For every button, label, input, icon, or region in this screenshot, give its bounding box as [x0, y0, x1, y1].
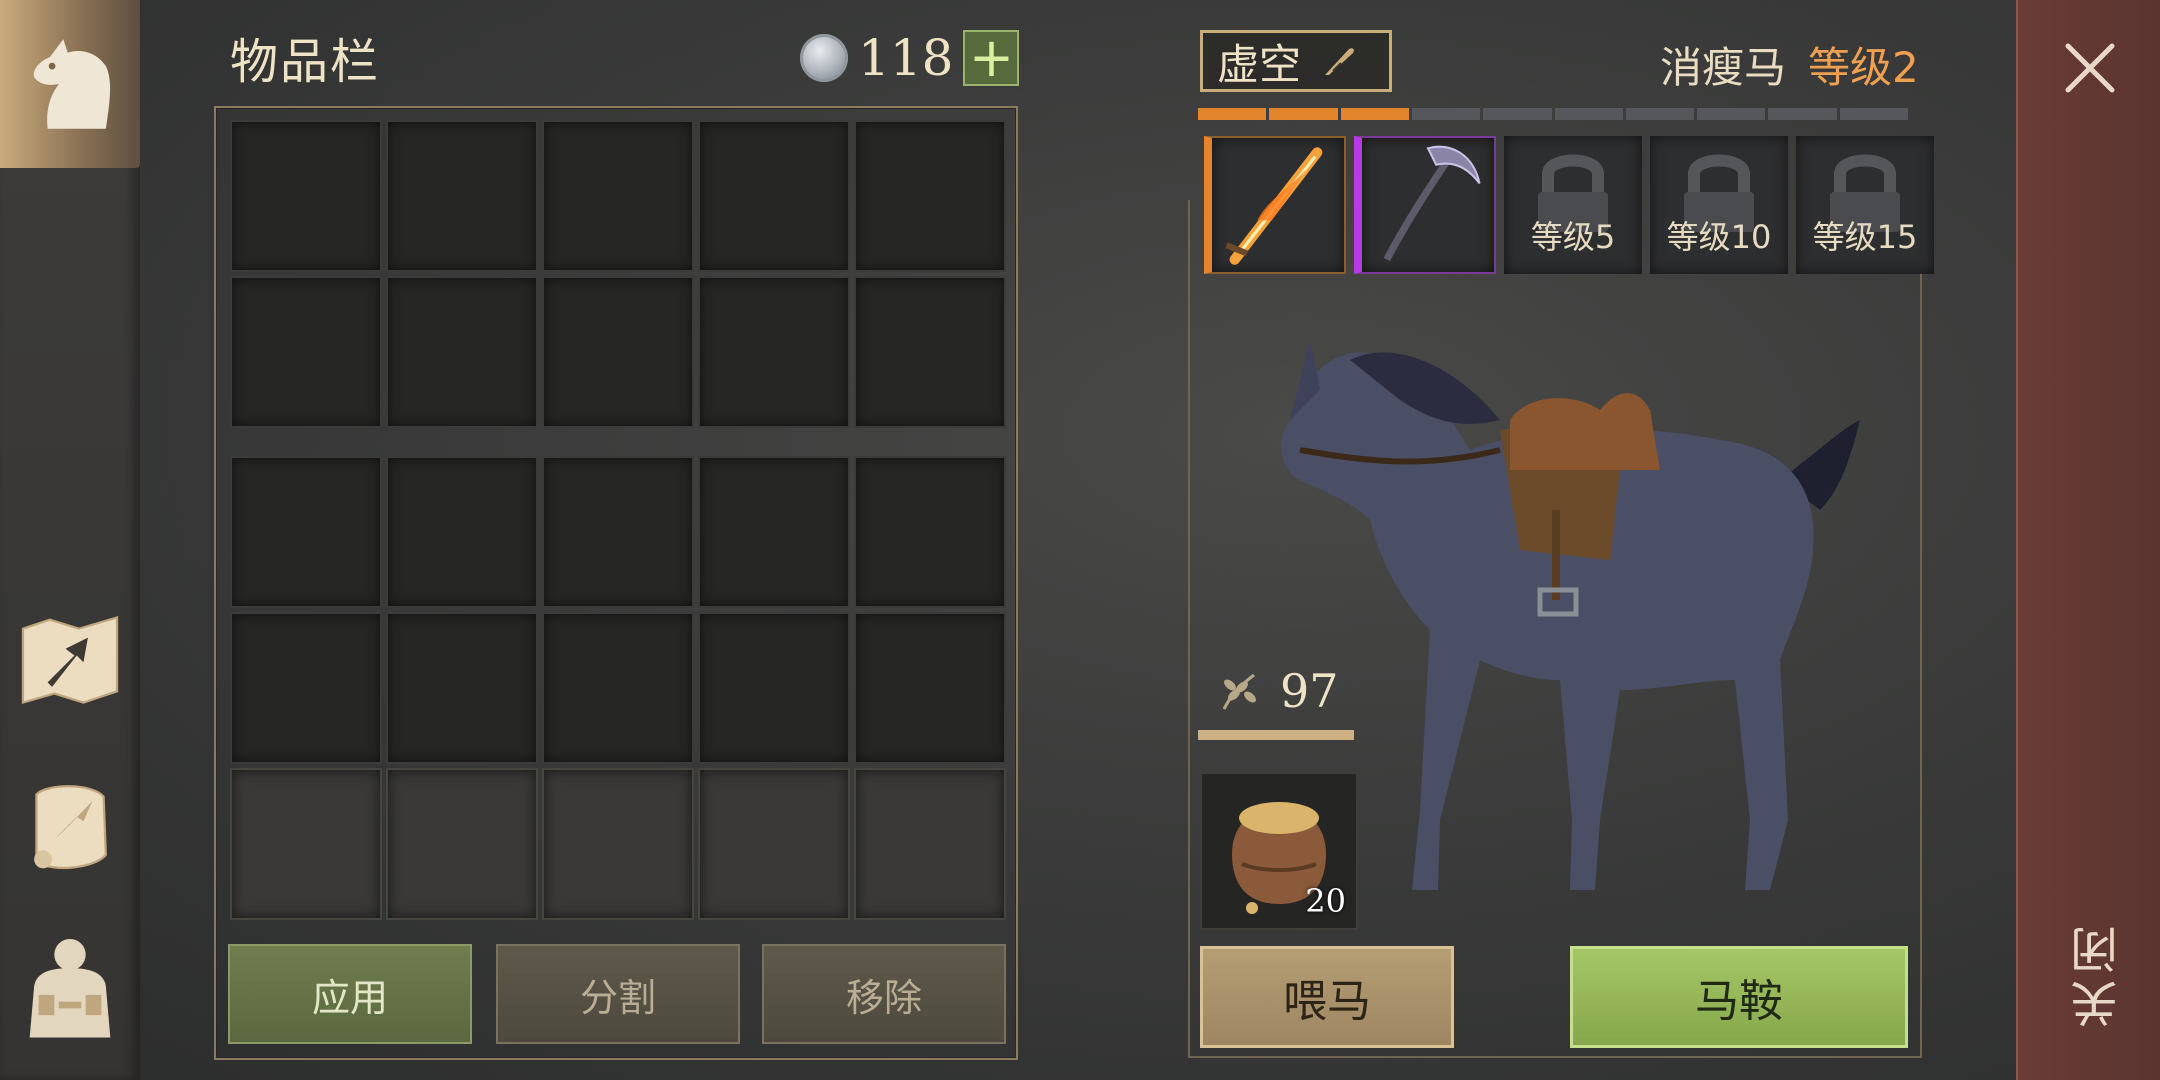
inventory-slot[interactable]	[698, 612, 850, 764]
backpack-character-icon[interactable]	[14, 930, 126, 1042]
inventory-slot[interactable]	[386, 456, 538, 608]
inventory-grid-upper	[230, 120, 1006, 428]
currency-display: 118 +	[800, 26, 1020, 90]
inventory-slot[interactable]	[854, 276, 1006, 428]
inventory-slot[interactable]	[386, 120, 538, 272]
equip-slot-locked-2[interactable]: 等级10	[1650, 136, 1788, 274]
progress-segment	[1483, 108, 1552, 120]
food-bar	[1198, 730, 1354, 740]
equipment-row: 等级5 等级10 等级15	[1204, 136, 1934, 274]
inventory-slot-locked[interactable]	[230, 768, 382, 920]
inventory-slot[interactable]	[230, 612, 382, 764]
inventory-title: 物品栏	[230, 34, 381, 90]
inventory-slot[interactable]	[542, 276, 694, 428]
inventory-slot[interactable]	[230, 120, 382, 272]
level-progress-bar	[1198, 108, 1908, 120]
progress-segment	[1625, 108, 1695, 120]
equip-slot-locked-1[interactable]: 等级5	[1504, 136, 1642, 274]
progress-segment	[1269, 108, 1338, 120]
inventory-slot[interactable]	[854, 612, 1006, 764]
inventory-slot-locked[interactable]	[542, 768, 694, 920]
mount-name: 虚空	[1217, 39, 1302, 89]
food-counter: 97	[1216, 664, 1339, 718]
progress-segment	[1340, 108, 1409, 120]
saddle-button[interactable]: 马鞍	[1570, 946, 1908, 1048]
equip-slot-weapon-2[interactable]	[1354, 136, 1496, 274]
rename-feather-icon[interactable]	[1319, 41, 1359, 81]
inventory-slot[interactable]	[386, 276, 538, 428]
lock-level-label: 等级15	[1812, 218, 1918, 256]
mount-level: 等级2	[1808, 43, 1919, 92]
scroll-quest-icon[interactable]	[14, 772, 126, 884]
lock-level-label: 等级5	[1530, 218, 1616, 256]
equip-slot-locked-3[interactable]: 等级15	[1796, 136, 1934, 274]
silver-coin-icon	[800, 34, 848, 82]
progress-segment	[1697, 108, 1766, 120]
wheat-icon	[1222, 673, 1256, 710]
inventory-slot[interactable]	[542, 612, 694, 764]
lock-level-label: 等级10	[1666, 218, 1772, 256]
inventory-grid-lower	[230, 456, 1006, 920]
inventory-slot[interactable]	[230, 456, 382, 608]
close-label[interactable]: 关闭	[2064, 920, 2127, 1028]
progress-segment	[1554, 108, 1623, 120]
progress-segment	[1839, 108, 1908, 120]
inventory-slot-locked[interactable]	[386, 768, 538, 920]
equip-slot-weapon[interactable]	[1204, 136, 1346, 274]
inventory-slot[interactable]	[230, 276, 382, 428]
inventory-slot[interactable]	[854, 120, 1006, 272]
mount-name-tag[interactable]: 虚空	[1200, 30, 1392, 92]
progress-segment	[1768, 108, 1837, 120]
inventory-slot-locked[interactable]	[854, 768, 1006, 920]
progress-segment	[1198, 108, 1267, 120]
inventory-slot[interactable]	[542, 120, 694, 272]
food-item-qty: 20	[1305, 882, 1346, 920]
close-panel[interactable]: 关闭	[2016, 0, 2160, 1080]
side-rail	[0, 0, 140, 1080]
inventory-slot-locked[interactable]	[698, 768, 850, 920]
feed-item-slot[interactable]: 20	[1200, 772, 1358, 930]
add-currency-button[interactable]: +	[963, 30, 1020, 86]
inventory-slot[interactable]	[698, 276, 850, 428]
currency-value: 118	[858, 29, 954, 87]
feed-horse-button[interactable]: 喂马	[1200, 946, 1454, 1048]
mount-type: 消瘦马	[1660, 43, 1787, 92]
inventory-slot[interactable]	[698, 456, 850, 608]
close-icon[interactable]	[2062, 40, 2118, 96]
inventory-slot[interactable]	[698, 120, 850, 272]
inventory-slot[interactable]	[542, 456, 694, 608]
split-button[interactable]: 分割	[496, 944, 740, 1044]
inventory-slot[interactable]	[854, 456, 1006, 608]
food-value: 97	[1280, 664, 1339, 718]
apply-button[interactable]: 应用	[228, 944, 472, 1044]
progress-segment	[1411, 108, 1481, 120]
crafting-map-icon[interactable]	[14, 604, 126, 716]
remove-button[interactable]: 移除	[762, 944, 1006, 1044]
void-scythe-icon	[1383, 145, 1481, 262]
flaming-sword-icon	[1225, 147, 1323, 265]
inventory-slot[interactable]	[386, 612, 538, 764]
horse-head-icon[interactable]	[14, 28, 126, 140]
